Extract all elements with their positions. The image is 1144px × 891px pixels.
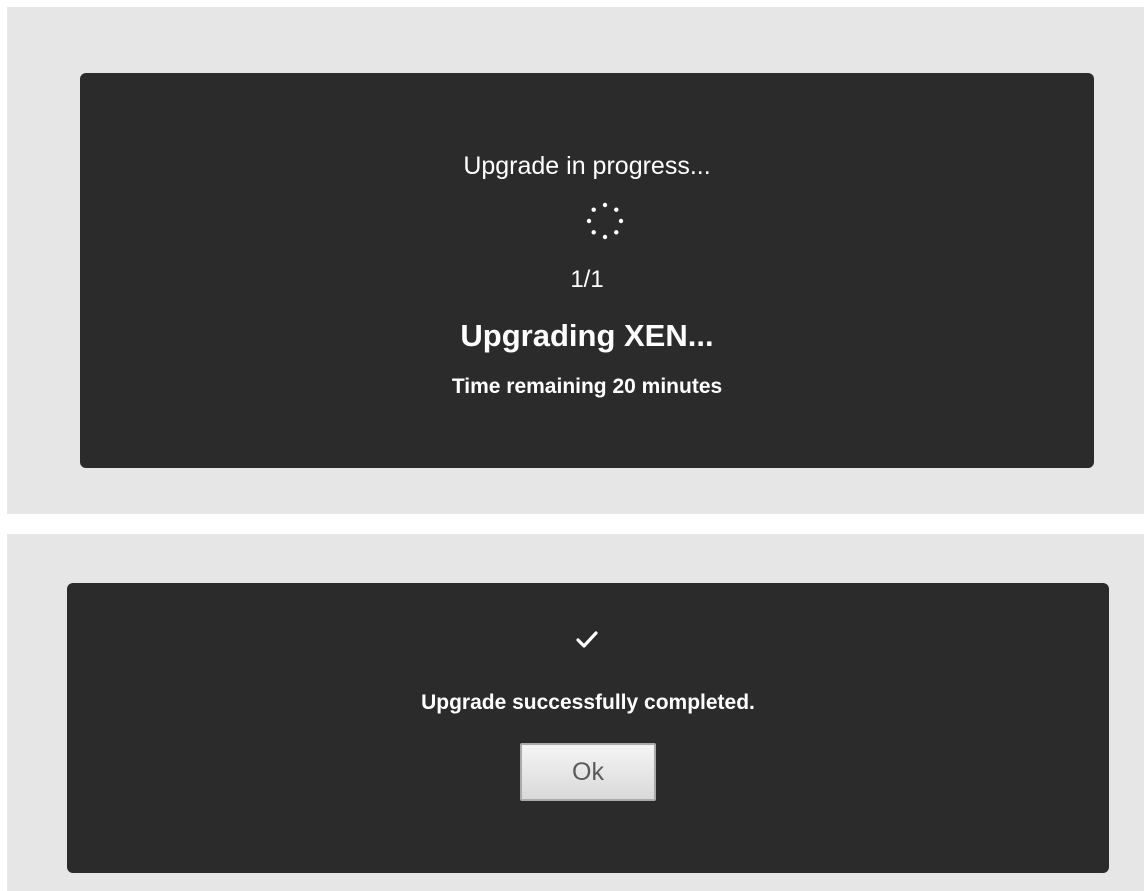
upgrade-task-title: Upgrading XEN...	[460, 318, 714, 353]
upgrade-progress-dialog: Upgrade in progress... 1/1 Upgrading XEN…	[80, 73, 1094, 468]
loading-spinner-icon	[586, 202, 624, 240]
upgrade-progress-screenshot: Upgrade in progress... 1/1 Upgrading XEN…	[7, 7, 1144, 514]
upgrade-success-dialog: Upgrade successfully completed. Ok	[67, 583, 1109, 873]
upgrade-status-text: Upgrade in progress...	[463, 152, 711, 180]
ok-button[interactable]: Ok	[520, 743, 656, 801]
upgrade-complete-screenshot: Upgrade successfully completed. Ok	[7, 534, 1144, 891]
time-remaining-text: Time remaining 20 minutes	[451, 375, 723, 398]
checkmark-icon	[576, 631, 598, 648]
upgrade-step-counter: 1/1	[570, 266, 604, 293]
upgrade-success-message: Upgrade successfully completed.	[421, 691, 755, 714]
